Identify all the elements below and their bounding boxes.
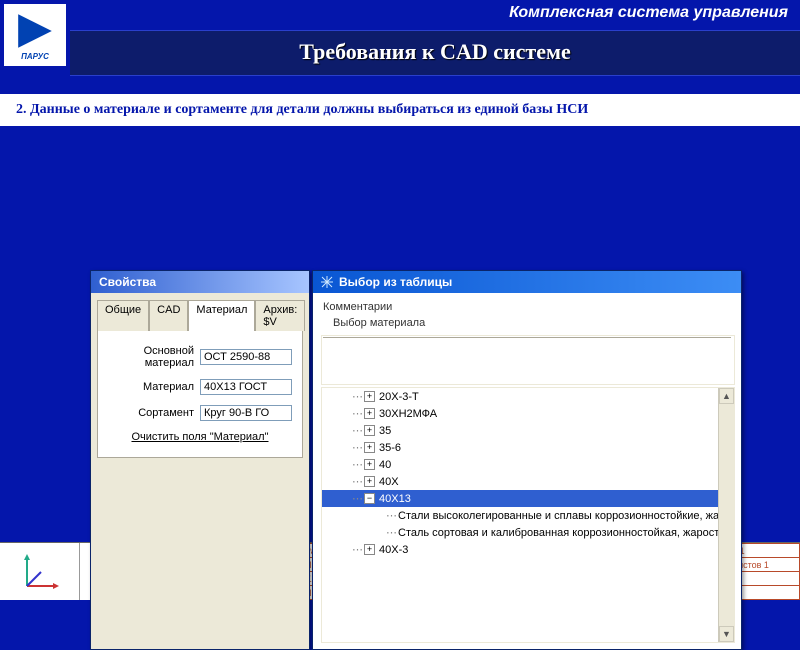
properties-dialog: Свойства ОбщиеCADМатериалАрхив: $V Основ… [90,270,310,650]
expander-icon[interactable]: + [364,408,375,419]
toolbar-placeholder [321,335,735,385]
tree-item[interactable]: ⋯Сталь сортовая и калиброванная коррозио… [322,524,718,541]
tree-item-label: 40Х-3 [379,544,408,556]
tree-item-label: 20Х-3-Т [379,391,419,403]
sortament-input[interactable] [200,405,292,421]
tree-item[interactable]: ⋯+40Х [322,473,718,490]
main-material-label: Основной материал [108,345,200,369]
tree-item-label: 30ХН2МФА [379,408,437,420]
page-title: Требования к CAD системе [70,30,800,76]
page-subtitle: 2. Данные о материале и сортаменте для д… [0,94,800,126]
logo-text: ПАРУС [21,52,49,61]
tree-item-label: Сталь сортовая и калиброванная коррозион… [398,527,718,539]
brand-label: Комплексная система управления [509,4,788,22]
expander-icon[interactable]: + [364,425,375,436]
scroll-up-button[interactable]: ▲ [719,388,734,404]
tree-item[interactable]: ⋯+35 [322,422,718,439]
tree-item[interactable]: ⋯+35-6 [322,439,718,456]
expander-icon[interactable]: + [364,442,375,453]
tab-общие[interactable]: Общие [97,300,149,331]
tab-cad[interactable]: CAD [149,300,188,331]
tree-item-label: Стали высоколегированные и сплавы корроз… [398,510,718,522]
sortament-label: Сортамент [108,407,200,419]
expander-icon[interactable]: + [364,544,375,555]
tree-item[interactable]: ⋯−40Х13 [322,490,718,507]
tab-архив: $v[interactable]: Архив: $V [255,300,305,331]
tree-item-label: 35-6 [379,442,401,454]
tree-item-label: 40Х [379,476,399,488]
tree-item-label: 35 [379,425,391,437]
drawing-axes-icon [0,543,80,600]
table-select-titlebar[interactable]: Выбор из таблицы [313,271,741,293]
breadcrumb-2[interactable]: Выбор материала [323,315,731,331]
expander-icon[interactable]: + [364,391,375,402]
properties-title: Свойства [99,275,156,289]
expander-icon[interactable]: − [364,493,375,504]
properties-titlebar[interactable]: Свойства [91,271,309,293]
table-select-title: Выбор из таблицы [339,275,452,289]
properties-tab-body: Основной материал Материал Сортамент Очи… [97,330,303,458]
tree-container: ⋯+20Х-3-Т⋯+30ХН2МФА⋯+35⋯+35-6⋯+40⋯+40Х⋯−… [321,387,735,643]
snowflake-icon [321,276,333,288]
table-select-dialog: Выбор из таблицы Комментарии Выбор матер… [312,270,742,650]
tab-материал[interactable]: Материал [188,300,255,331]
logo: ПАРУС [4,4,66,66]
tree-item-label: 40 [379,459,391,471]
scroll-down-button[interactable]: ▼ [719,626,734,642]
properties-tabs: ОбщиеCADМатериалАрхив: $V [91,293,309,330]
tree-item-label: 40Х13 [379,493,411,505]
material-input[interactable] [200,379,292,395]
tree-item[interactable]: ⋯+40 [322,456,718,473]
tree-item[interactable]: ⋯+40Х-3 [322,541,718,558]
tree-scrollbar[interactable]: ▲ ▼ [718,388,734,642]
material-tree[interactable]: ⋯+20Х-3-Т⋯+30ХН2МФА⋯+35⋯+35-6⋯+40⋯+40Х⋯−… [322,388,718,642]
tree-item[interactable]: ⋯+30ХН2МФА [322,405,718,422]
tree-item[interactable]: ⋯Стали высоколегированные и сплавы корро… [322,507,718,524]
tree-item[interactable]: ⋯+20Х-3-Т [322,388,718,405]
material-label: Материал [108,381,200,393]
expander-icon[interactable]: + [364,476,375,487]
main-material-input[interactable] [200,349,292,365]
breadcrumb-1[interactable]: Комментарии [323,299,731,315]
expander-icon[interactable]: + [364,459,375,470]
clear-material-link[interactable]: Очистить поля "Материал" [108,431,292,443]
